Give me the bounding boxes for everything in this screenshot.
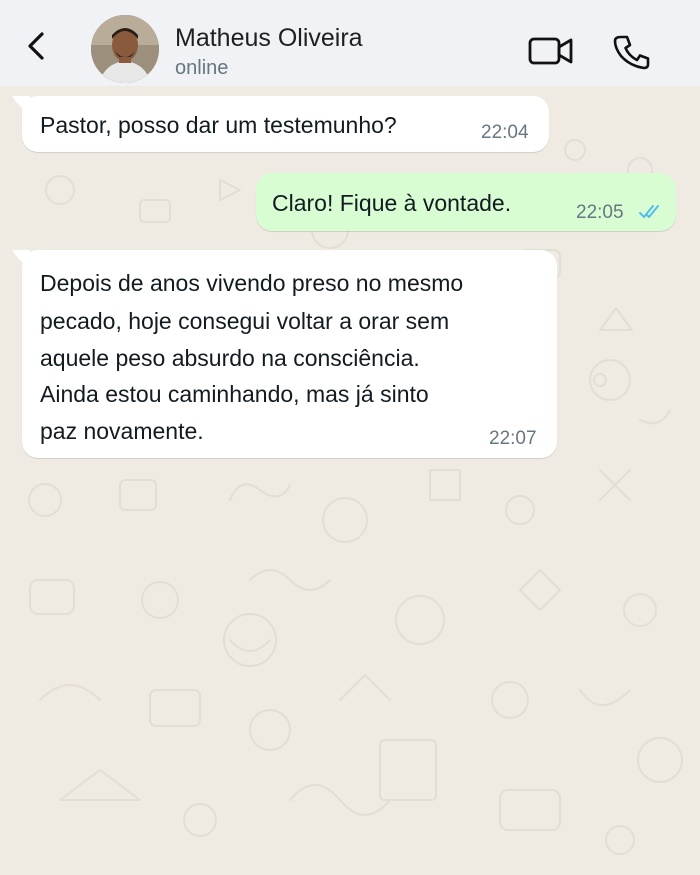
message-time: 22:07 xyxy=(489,428,537,449)
message-line: aquele peso absurdo na consciência. xyxy=(40,345,420,371)
message-line: Ainda estou caminhando, mas já sinto xyxy=(40,381,429,407)
message-line: paz novamente. xyxy=(40,418,204,444)
chat-header: Matheus Oliveira online xyxy=(0,0,700,86)
contact-name[interactable]: Matheus Oliveira xyxy=(175,23,363,53)
message-bubble-incoming[interactable]: Depois de anos vivendo preso no mesmo pe… xyxy=(22,250,557,458)
double-check-icon xyxy=(639,205,659,218)
video-camera-icon xyxy=(528,37,573,65)
message-time: 22:04 xyxy=(481,122,529,143)
video-call-button[interactable] xyxy=(528,34,574,68)
message-bubble-outgoing[interactable]: Claro! Fique à vontade. 22:05 xyxy=(256,173,676,231)
message-text: Pastor, posso dar um testemunho? xyxy=(40,112,397,138)
message-line: Depois de anos vivendo preso no mesmo xyxy=(40,270,464,296)
chevron-left-icon xyxy=(28,32,44,60)
message-bubble-incoming[interactable]: Pastor, posso dar um testemunho? 22:04 xyxy=(22,96,549,152)
message-text: Claro! Fique à vontade. xyxy=(272,190,512,216)
avatar[interactable] xyxy=(91,15,159,83)
contact-status: online xyxy=(175,57,229,79)
voice-call-button[interactable] xyxy=(612,34,652,70)
message-time: 22:05 xyxy=(576,202,624,223)
avatar-photo xyxy=(91,15,159,83)
message-line: pecado, hoje consegui voltar a orar sem xyxy=(40,308,450,334)
back-button[interactable] xyxy=(18,28,54,64)
phone-icon xyxy=(613,35,650,70)
